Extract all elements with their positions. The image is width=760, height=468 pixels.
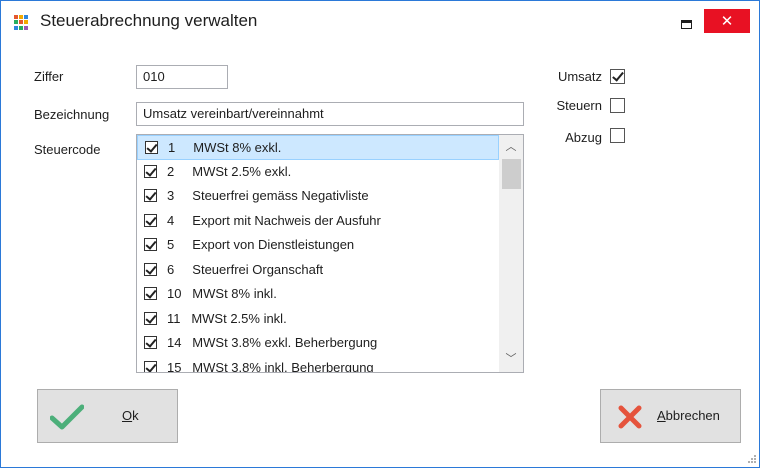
- list-item-checkbox[interactable]: [144, 213, 157, 227]
- list-item-checkbox[interactable]: [144, 238, 157, 251]
- list-item[interactable]: 1 MWSt 8% exkl.: [137, 135, 499, 160]
- list-item-label: 1 MWSt 8% exkl.: [168, 140, 282, 155]
- scroll-thumb[interactable]: [502, 159, 521, 189]
- steuercode-label: Steuercode: [34, 142, 101, 157]
- steuern-label: Steuern: [556, 98, 602, 113]
- list-item[interactable]: 11 MWSt 2.5% inkl.: [137, 307, 499, 332]
- window-title: Steuerabrechnung verwalten: [40, 11, 258, 30]
- list-item-label: 5 Export von Dienstleistungen: [167, 237, 355, 252]
- list-item[interactable]: 3 Steuerfrei gemäss Negativliste: [137, 184, 499, 209]
- scroll-down-icon[interactable]: ﹀: [499, 349, 523, 369]
- ok-label: Ok: [122, 408, 139, 423]
- list-item-checkbox[interactable]: [144, 262, 157, 276]
- abzug-label: Abzug: [565, 130, 602, 145]
- resize-grip-icon[interactable]: [745, 454, 757, 466]
- close-button[interactable]: ✕: [704, 9, 750, 33]
- list-item-label: 6 Steuerfrei Organschaft: [167, 261, 324, 277]
- app-grid-icon: [14, 15, 29, 30]
- list-item-label: 11 MWSt 2.5% inkl.: [167, 310, 287, 326]
- list-scrollbar[interactable]: ︿ ﹀: [499, 135, 523, 372]
- list-item-checkbox[interactable]: [144, 311, 157, 325]
- cancel-label: Abbrechen: [657, 408, 720, 423]
- cancel-button[interactable]: Abbrechen: [600, 389, 741, 443]
- bezeichnung-input[interactable]: Umsatz vereinbart/vereinnahmt: [136, 102, 524, 126]
- list-item-label: 14 MWSt 3.8% exkl. Beherbergung: [167, 335, 378, 350]
- umsatz-checkbox[interactable]: [610, 69, 625, 84]
- x-icon: [618, 405, 642, 429]
- list-item[interactable]: 4 Export mit Nachweis der Ausfuhr: [137, 209, 499, 234]
- scroll-up-icon[interactable]: ︿: [499, 137, 523, 157]
- umsatz-label: Umsatz: [557, 69, 602, 84]
- maximize-button[interactable]: [663, 9, 709, 35]
- list-item[interactable]: 5 Export von Dienstleistungen: [137, 233, 499, 258]
- list-item-checkbox[interactable]: [144, 287, 157, 300]
- list-item-label: 10 MWSt 8% inkl.: [167, 286, 277, 301]
- list-item-checkbox[interactable]: [145, 141, 158, 154]
- checkmark-icon: [50, 404, 84, 430]
- list-item-label: 4 Export mit Nachweis der Ausfuhr: [167, 212, 381, 228]
- steuern-checkbox[interactable]: [610, 98, 625, 113]
- list-item-checkbox[interactable]: [144, 336, 157, 349]
- list-item-checkbox[interactable]: [144, 189, 157, 202]
- list-item[interactable]: 2 MWSt 2.5% exkl.: [137, 160, 499, 185]
- ziffer-input[interactable]: 010: [136, 65, 228, 89]
- list-item[interactable]: 10 MWSt 8% inkl.: [137, 282, 499, 307]
- maximize-icon: [681, 20, 692, 29]
- list-item-checkbox[interactable]: [144, 164, 157, 178]
- dialog-window: Steuerabrechnung verwalten ✕ Ziffer 010 …: [0, 0, 760, 468]
- close-icon: ✕: [720, 12, 734, 30]
- list-item-label: 15 MWSt 3.8% inkl. Beherbergung: [167, 359, 374, 373]
- list-item[interactable]: 15 MWSt 3.8% inkl. Beherbergung: [137, 356, 499, 373]
- steuercode-list[interactable]: 1 MWSt 8% exkl. 2 MWSt 2.5% exkl. 3 Steuer…: [136, 134, 524, 373]
- abzug-checkbox[interactable]: [610, 128, 625, 143]
- title-bar[interactable]: Steuerabrechnung verwalten ✕: [1, 1, 759, 41]
- list-item[interactable]: 14 MWSt 3.8% exkl. Beherbergung: [137, 331, 499, 356]
- list-item-label: 3 Steuerfrei gemäss Negativliste: [167, 188, 369, 203]
- list-item-label: 2 MWSt 2.5% exkl.: [167, 163, 292, 179]
- ziffer-label: Ziffer: [34, 69, 64, 84]
- list-item[interactable]: 6 Steuerfrei Organschaft: [137, 258, 499, 283]
- list-item-checkbox[interactable]: [144, 360, 157, 372]
- ok-button[interactable]: Ok: [37, 389, 178, 443]
- bezeichnung-label: Bezeichnung: [34, 107, 110, 122]
